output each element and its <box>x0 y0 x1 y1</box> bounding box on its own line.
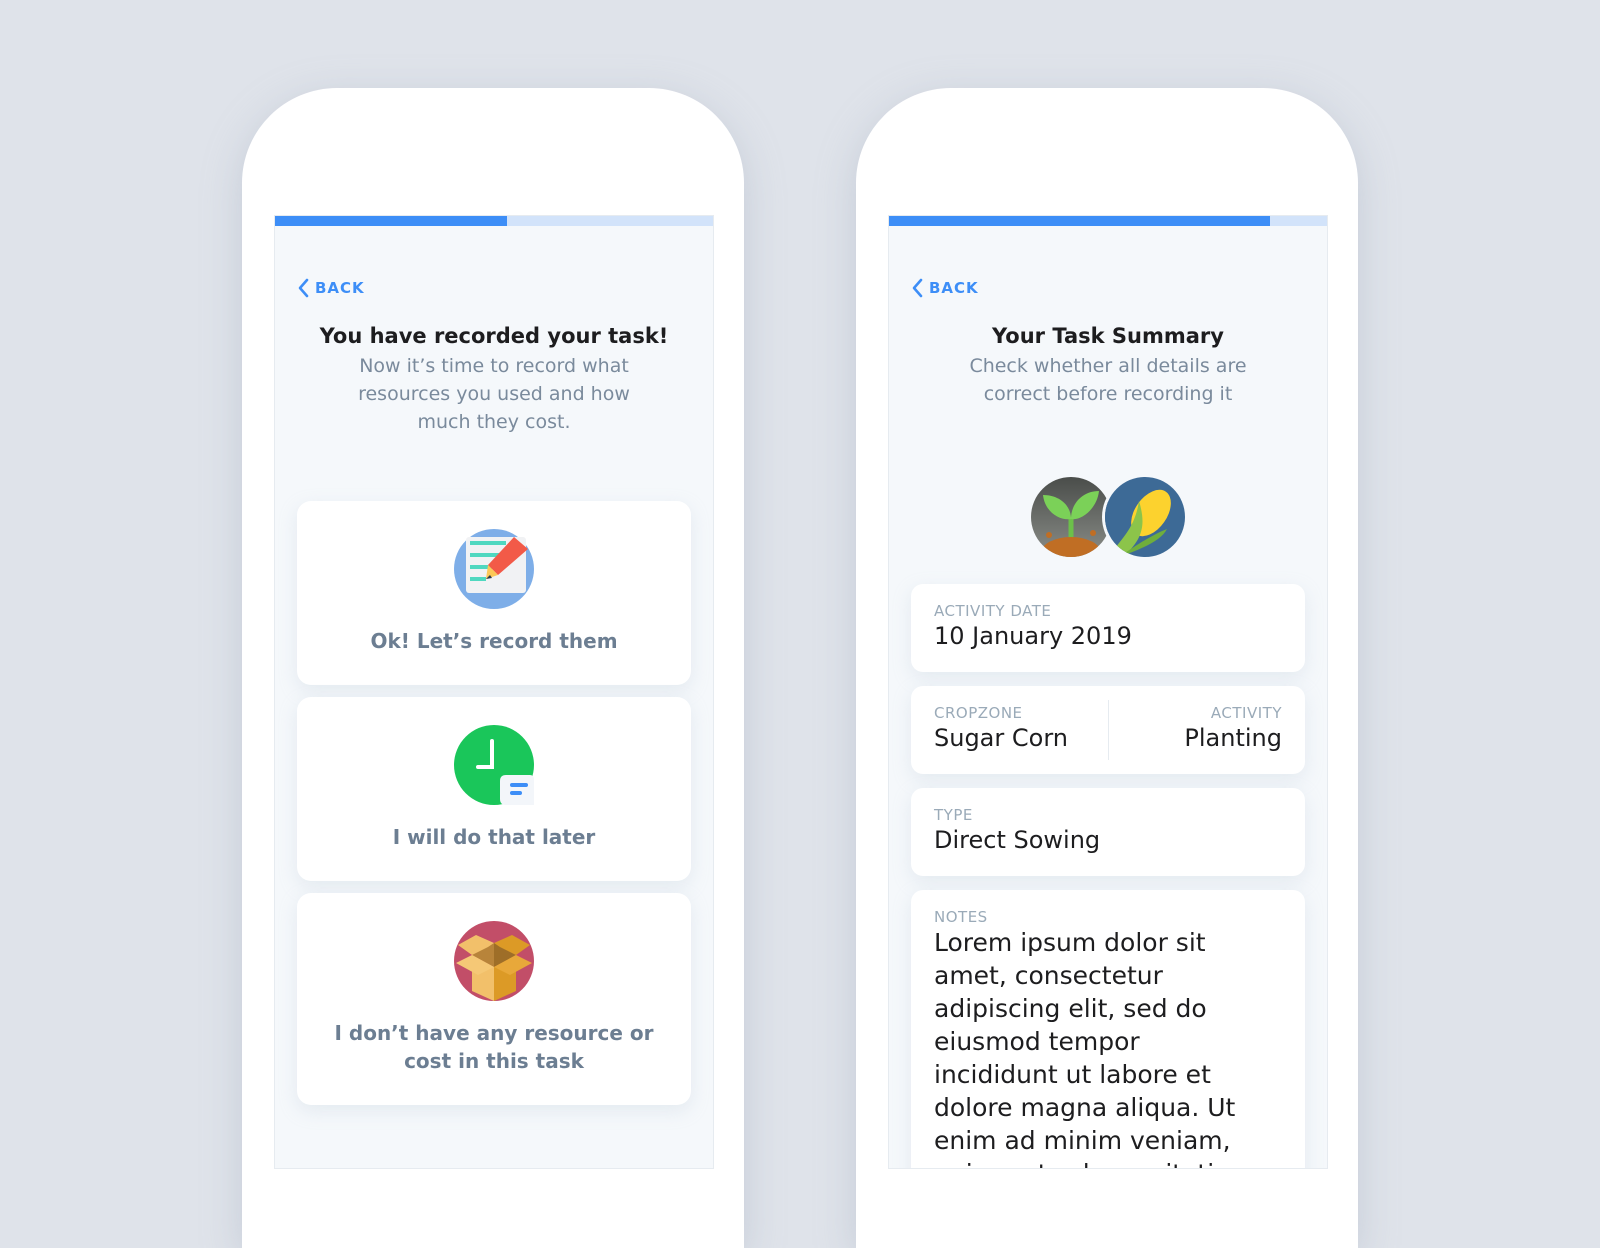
page-subtitle: Now it’s time to record what resources y… <box>358 355 630 433</box>
progress-bar <box>889 216 1327 226</box>
chevron-left-icon <box>298 278 309 298</box>
phone-frame-right: BACK Your Task Summary Check whether all… <box>856 88 1358 1248</box>
edit-document-icon <box>454 529 534 609</box>
option-label: I will do that later <box>392 825 596 849</box>
activity-value: Planting <box>1184 724 1282 752</box>
cropzone-label: CROPZONE <box>934 704 1023 722</box>
cropzone-value: Sugar Corn <box>934 724 1068 752</box>
page-subtitle: Check whether all details are correct be… <box>969 355 1247 405</box>
cropzone-activity-card[interactable]: CROPZONE Sugar Corn ACTIVITY Planting <box>911 686 1305 774</box>
activity-date-label: ACTIVITY DATE <box>934 602 1052 620</box>
type-label: TYPE <box>934 806 973 824</box>
back-button[interactable]: BACK <box>297 278 365 298</box>
notes-value: Lorem ipsum dolor sit amet, consectetur … <box>934 928 1245 1168</box>
type-card[interactable]: TYPE Direct Sowing <box>911 788 1305 876</box>
option-no-resources[interactable]: I don’t have any resource or cost in thi… <box>297 893 691 1105</box>
progress-fill <box>889 216 1271 226</box>
phone-frame-left: BACK You have recorded your task! Now it… <box>242 88 744 1248</box>
page-title: You have recorded your task! <box>319 324 669 348</box>
option-record-resources[interactable]: Ok! Let’s record them <box>297 501 691 685</box>
option-label: I don’t have any resource or cost in thi… <box>334 1021 654 1073</box>
task-summary-screen: BACK Your Task Summary Check whether all… <box>888 215 1328 1169</box>
notes-card[interactable]: NOTES Lorem ipsum dolor sit amet, consec… <box>911 890 1305 1168</box>
open-box-icon <box>454 921 534 1001</box>
progress-bar <box>275 216 713 226</box>
activity-label: ACTIVITY <box>1210 704 1282 722</box>
page-title: Your Task Summary <box>992 324 1224 348</box>
activity-date-value: 10 January 2019 <box>934 622 1132 650</box>
clock-icon <box>454 725 534 805</box>
corn-icon <box>1102 474 1188 560</box>
record-resources-screen: BACK You have recorded your task! Now it… <box>274 215 714 1169</box>
back-label: BACK <box>929 279 979 297</box>
option-do-later[interactable]: I will do that later <box>297 697 691 881</box>
progress-fill <box>275 216 508 226</box>
type-value: Direct Sowing <box>934 826 1101 854</box>
notes-label: NOTES <box>934 908 988 926</box>
task-avatars <box>889 474 1327 560</box>
activity-date-card[interactable]: ACTIVITY DATE 10 January 2019 <box>911 584 1305 672</box>
back-button[interactable]: BACK <box>911 278 979 298</box>
chevron-left-icon <box>912 278 923 298</box>
option-label: Ok! Let’s record them <box>370 629 618 653</box>
back-label: BACK <box>315 279 365 297</box>
